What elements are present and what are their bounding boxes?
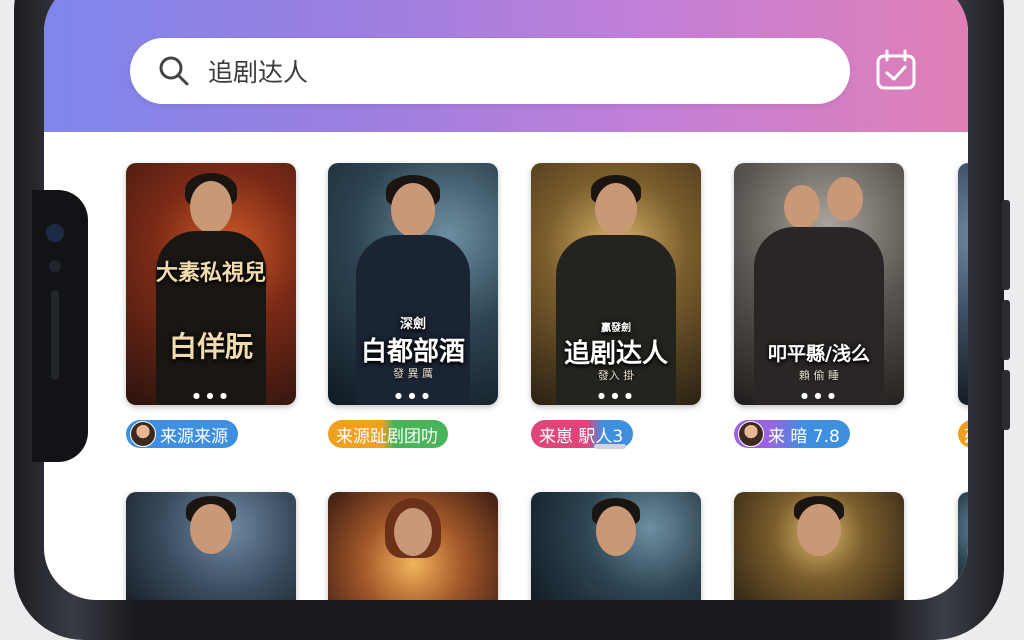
poster-image (126, 492, 296, 600)
poster-image: 贏發劍 追剧达人 發入 掛 ● ● ● (531, 163, 701, 405)
source-tag-label: 来源来源 (160, 426, 228, 447)
poster-image (328, 492, 498, 600)
drama-card[interactable]: 大素私視兒 白佯朊 ● ● ● (126, 163, 296, 405)
poster-title-top: 贏發劍 (601, 323, 631, 334)
search-input[interactable]: 追剧达人 (208, 53, 308, 89)
poster-title: 白佯朊 (168, 330, 253, 363)
poster-image: 大素私視兒 白佯朊 ● ● ● (126, 163, 296, 405)
poster-dots: ● ● ● (800, 391, 838, 400)
poster-image (958, 492, 968, 600)
drama-card[interactable] (958, 492, 968, 600)
source-tag-label: 来 暗 7.8 (768, 426, 840, 447)
source-tag-label: 来崽 駅人3 (539, 426, 624, 447)
drama-card[interactable] (958, 163, 968, 405)
speaker-grille (51, 290, 59, 380)
camera-notch (32, 190, 88, 462)
poster-dots: ● ● ● (597, 391, 635, 400)
poster-subtitle: 賴 偷 睡 (799, 369, 839, 382)
camera-lens (46, 224, 64, 242)
poster-title-top: 深劍 (399, 317, 426, 332)
poster-dots: ● ● ● (394, 391, 432, 400)
poster-title-top: 大素私視兒 (155, 261, 266, 286)
search-bar[interactable]: 追剧达人 (130, 38, 850, 104)
avatar (738, 421, 764, 447)
poster-title: 叩平縣/浅么 (768, 343, 870, 365)
poster-dots: ● ● ● (192, 391, 230, 400)
drama-card[interactable]: 叩平縣/浅么 賴 偷 睡 ● ● ● (734, 163, 904, 405)
drama-card[interactable] (531, 492, 701, 600)
side-button (1002, 200, 1010, 290)
poster-subtitle: 發 異 厲 (393, 367, 433, 380)
calendar-check-icon[interactable] (874, 48, 918, 92)
sensor (49, 260, 61, 272)
drama-card[interactable]: 深劍 白都部酒 發 異 厲 ● ● ● (328, 163, 498, 405)
source-tag[interactable]: 来 暗 7.8 (734, 420, 850, 448)
source-tag-label: 茲 (964, 422, 968, 447)
side-button (1002, 370, 1010, 430)
poster-title: 追剧达人 (563, 339, 668, 369)
drama-card[interactable] (126, 492, 296, 600)
poster-image (958, 163, 968, 405)
avatar (130, 421, 156, 447)
poster-title: 白都部酒 (360, 337, 465, 367)
drama-card[interactable]: 贏發劍 追剧达人 發入 掛 ● ● ● (531, 163, 701, 405)
source-tag[interactable]: 来源来源 (126, 420, 238, 448)
header-bar: 追剧达人 (44, 0, 968, 132)
poster-image: 深劍 白都部酒 發 異 厲 ● ● ● (328, 163, 498, 405)
drama-card[interactable] (328, 492, 498, 600)
drama-card[interactable] (734, 492, 904, 600)
poster-image (531, 492, 701, 600)
source-tag-label: 来源趾剧团叻 (336, 426, 438, 447)
poster-image: 叩平縣/浅么 賴 偷 睡 ● ● ● (734, 163, 904, 405)
poster-subtitle: 發入 掛 (597, 369, 635, 382)
source-tag[interactable]: 来源趾剧团叻 (328, 420, 448, 448)
search-icon (159, 56, 189, 86)
phone-screen: 追剧达人 大素私視兒 白佯朊 ● ● ● 深劍 白都部酒 發 異 厲 ● ● ●… (44, 0, 968, 600)
scroll-indicator (594, 444, 626, 449)
side-button (1002, 300, 1010, 360)
poster-image (734, 492, 904, 600)
source-tag[interactable]: 茲 (958, 420, 968, 448)
